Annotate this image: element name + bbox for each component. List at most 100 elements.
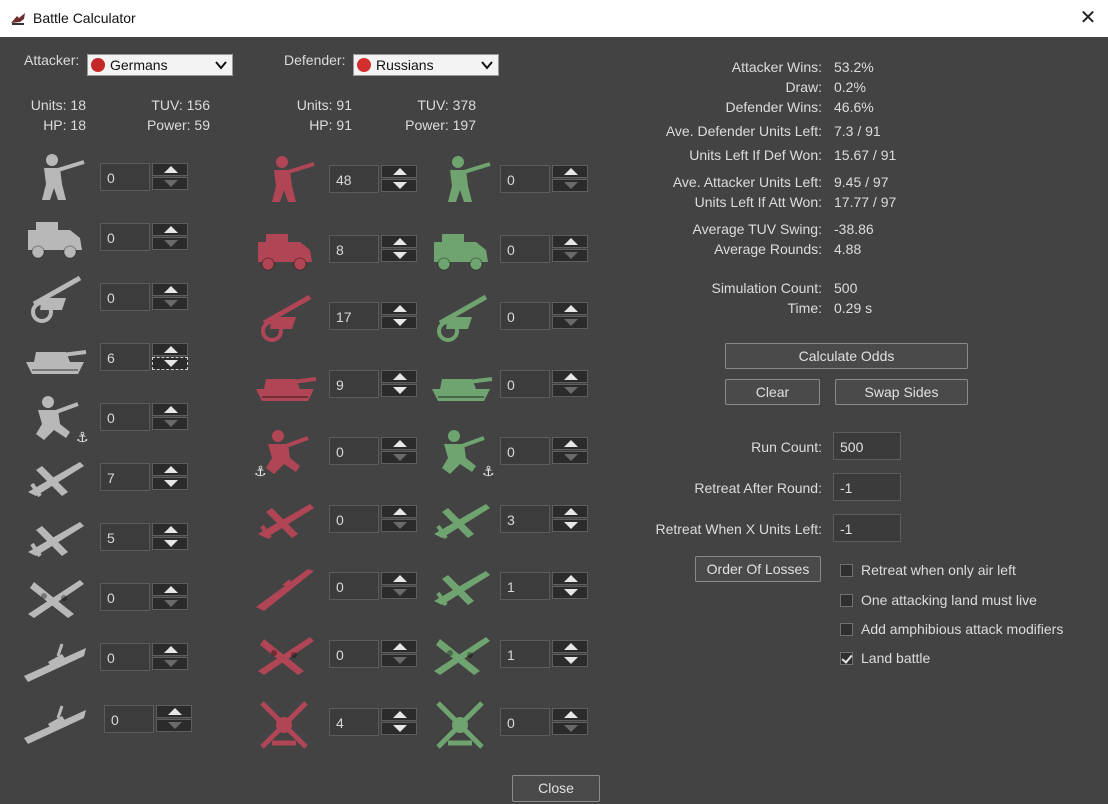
option-checkbox-label[interactable]: Retreat when only air left	[861, 562, 1016, 578]
increment-arrow-icon[interactable]	[552, 572, 588, 585]
calculate-odds-button[interactable]: Calculate Odds	[725, 343, 968, 369]
decrement-arrow-icon[interactable]	[152, 657, 188, 670]
defender-allied-marine-count-field[interactable]: 0	[500, 437, 550, 465]
defender-infantry-count-field[interactable]: 48	[329, 165, 379, 193]
decrement-arrow-icon[interactable]	[552, 586, 588, 599]
defender-truck-count-field[interactable]: 8	[329, 235, 379, 263]
retreat-after-round-input[interactable]: -1	[833, 473, 901, 501]
increment-arrow-icon[interactable]	[152, 403, 188, 416]
option-checkbox[interactable]	[840, 623, 853, 636]
decrement-arrow-icon[interactable]	[552, 384, 588, 397]
decrement-arrow-icon[interactable]	[381, 249, 417, 262]
attacker-nation-select[interactable]: Germans	[87, 54, 233, 76]
defender-fighter-count-field[interactable]: 0	[329, 505, 379, 533]
increment-arrow-icon[interactable]	[381, 370, 417, 383]
decrement-arrow-icon[interactable]	[381, 384, 417, 397]
decrement-arrow-icon[interactable]	[152, 537, 188, 550]
attacker-marine-count-field[interactable]: 0	[100, 403, 150, 431]
attacker-infantry-count-field[interactable]: 0	[100, 163, 150, 191]
defender-allied-marine-stepper[interactable]: 0	[500, 437, 590, 465]
attacker-marine-stepper[interactable]: 0	[100, 403, 190, 431]
decrement-arrow-icon[interactable]	[552, 654, 588, 667]
attacker-fighter-stepper[interactable]: 7	[100, 463, 190, 491]
defender-allied-fighter-2-stepper[interactable]: 1	[500, 572, 590, 600]
option-checkbox[interactable]	[840, 564, 853, 577]
increment-arrow-icon[interactable]	[381, 505, 417, 518]
defender-allied-bomber-count-field[interactable]: 1	[500, 640, 550, 668]
attacker-cruiser-stepper[interactable]: 0	[100, 643, 190, 671]
increment-arrow-icon[interactable]	[552, 640, 588, 653]
defender-allied-aa-gun-stepper[interactable]: 0	[500, 708, 590, 736]
defender-allied-aa-gun-count-field[interactable]: 0	[500, 708, 550, 736]
defender-allied-artillery-count-field[interactable]: 0	[500, 302, 550, 330]
decrement-arrow-icon[interactable]	[152, 237, 188, 250]
increment-arrow-icon[interactable]	[552, 437, 588, 450]
defender-bomber-stepper[interactable]: 0	[329, 640, 419, 668]
decrement-arrow-icon[interactable]	[152, 177, 188, 190]
option-checkbox-label[interactable]: Add amphibious attack modifiers	[861, 621, 1063, 637]
attacker-mech-infantry-count-field[interactable]: 0	[100, 223, 150, 251]
close-button[interactable]: Close	[512, 775, 600, 802]
attacker-battleship-count-field[interactable]: 0	[104, 705, 154, 733]
defender-allied-fighter-count-field[interactable]: 3	[500, 505, 550, 533]
defender-marine-count-field[interactable]: 0	[329, 437, 379, 465]
decrement-arrow-icon[interactable]	[152, 417, 188, 430]
increment-arrow-icon[interactable]	[152, 283, 188, 296]
defender-submarine-count-field[interactable]: 0	[329, 572, 379, 600]
increment-arrow-icon[interactable]	[381, 437, 417, 450]
decrement-arrow-icon[interactable]	[381, 722, 417, 735]
decrement-arrow-icon[interactable]	[152, 297, 188, 310]
increment-arrow-icon[interactable]	[381, 640, 417, 653]
decrement-arrow-icon[interactable]	[381, 451, 417, 464]
defender-bomber-count-field[interactable]: 0	[329, 640, 379, 668]
decrement-arrow-icon[interactable]	[552, 722, 588, 735]
attacker-cruiser-count-field[interactable]: 0	[100, 643, 150, 671]
increment-arrow-icon[interactable]	[156, 705, 192, 718]
option-checkbox[interactable]	[840, 594, 853, 607]
defender-tank-stepper[interactable]: 9	[329, 370, 419, 398]
defender-truck-stepper[interactable]: 8	[329, 235, 419, 263]
order-of-losses-button[interactable]: Order Of Losses	[695, 556, 821, 582]
defender-allied-bomber-stepper[interactable]: 1	[500, 640, 590, 668]
attacker-mech-infantry-stepper[interactable]: 0	[100, 223, 190, 251]
defender-marine-stepper[interactable]: 0	[329, 437, 419, 465]
option-checkbox-label[interactable]: Land battle	[861, 650, 930, 666]
decrement-arrow-icon[interactable]	[381, 316, 417, 329]
increment-arrow-icon[interactable]	[552, 708, 588, 721]
increment-arrow-icon[interactable]	[152, 163, 188, 176]
increment-arrow-icon[interactable]	[152, 523, 188, 536]
decrement-arrow-icon[interactable]	[152, 357, 188, 370]
attacker-tactical-bomber-stepper[interactable]: 5	[100, 523, 190, 551]
defender-allied-infantry-count-field[interactable]: 0	[500, 165, 550, 193]
increment-arrow-icon[interactable]	[152, 223, 188, 236]
attacker-bomber-stepper[interactable]: 0	[100, 583, 190, 611]
increment-arrow-icon[interactable]	[381, 708, 417, 721]
attacker-fighter-count-field[interactable]: 7	[100, 463, 150, 491]
defender-allied-tank-stepper[interactable]: 0	[500, 370, 590, 398]
increment-arrow-icon[interactable]	[152, 643, 188, 656]
window-close-icon[interactable]: ✕	[1074, 4, 1102, 32]
increment-arrow-icon[interactable]	[381, 165, 417, 178]
decrement-arrow-icon[interactable]	[381, 179, 417, 192]
option-checkbox-label[interactable]: One attacking land must live	[861, 592, 1037, 608]
defender-aa-gun-stepper[interactable]: 4	[329, 708, 419, 736]
defender-artillery-count-field[interactable]: 17	[329, 302, 379, 330]
run-count-input[interactable]: 500	[833, 432, 901, 460]
decrement-arrow-icon[interactable]	[156, 719, 192, 732]
defender-allied-tank-count-field[interactable]: 0	[500, 370, 550, 398]
defender-infantry-stepper[interactable]: 48	[329, 165, 419, 193]
defender-tank-count-field[interactable]: 9	[329, 370, 379, 398]
attacker-bomber-count-field[interactable]: 0	[100, 583, 150, 611]
attacker-artillery-stepper[interactable]: 0	[100, 283, 190, 311]
clear-button[interactable]: Clear	[725, 379, 820, 405]
increment-arrow-icon[interactable]	[381, 302, 417, 315]
increment-arrow-icon[interactable]	[381, 235, 417, 248]
retreat-units-left-input[interactable]: -1	[833, 514, 901, 542]
option-checkbox[interactable]	[840, 652, 853, 665]
swap-sides-button[interactable]: Swap Sides	[835, 379, 968, 405]
decrement-arrow-icon[interactable]	[152, 597, 188, 610]
decrement-arrow-icon[interactable]	[381, 654, 417, 667]
attacker-tank-count-field[interactable]: 6	[100, 343, 150, 371]
decrement-arrow-icon[interactable]	[152, 477, 188, 490]
increment-arrow-icon[interactable]	[152, 583, 188, 596]
